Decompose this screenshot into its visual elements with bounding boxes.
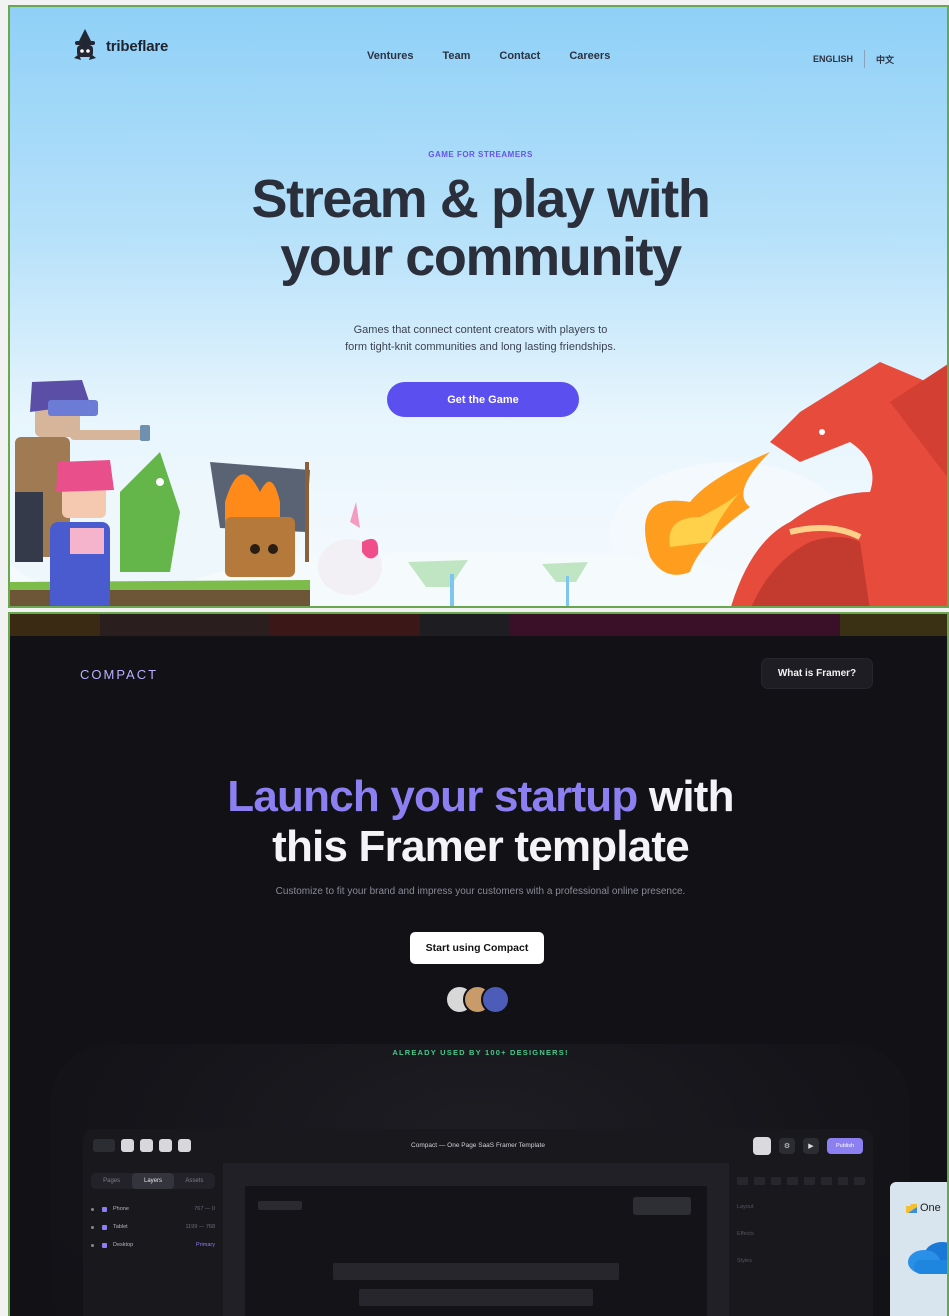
nav-ventures[interactable]: Ventures <box>367 50 413 62</box>
nav-careers[interactable]: Careers <box>569 50 610 62</box>
hero-headline-line1: Stream & play with <box>251 169 711 229</box>
tab-assets[interactable]: Assets <box>174 1173 215 1189</box>
layer-name: Desktop <box>113 1242 134 1248</box>
lang-divider <box>864 50 866 68</box>
tribeflare-screenshot: tribeflare Ventures Team Contact Careers… <box>8 5 949 608</box>
expand-dot-icon <box>91 1207 94 1211</box>
hero-kicker: GAME FOR STREAMERS <box>428 150 533 159</box>
nav-team[interactable]: Team <box>442 50 470 62</box>
what-is-framer-button[interactable]: What is Framer? <box>761 658 873 689</box>
properties-panel: Layout Effects Styles <box>729 1163 873 1316</box>
settings-icon[interactable]: ⚙ <box>779 1138 795 1154</box>
frame-logo-placeholder <box>258 1201 302 1210</box>
editor-canvas[interactable] <box>223 1163 729 1316</box>
language-switcher: ENGLISH 中文 <box>813 50 894 68</box>
framer-editor-preview: Compact — One Page SaaS Framer Template … <box>83 1129 873 1316</box>
lang-chinese[interactable]: 中文 <box>876 53 894 66</box>
tab-layers[interactable]: Layers <box>132 1173 174 1189</box>
avatar <box>481 985 510 1014</box>
layer-row[interactable]: Phone 767 — 0 <box>91 1203 215 1215</box>
layer-name: Phone <box>113 1206 129 1212</box>
user-avatar[interactable] <box>753 1137 771 1155</box>
panel-tabs: Pages Layers Assets <box>91 1173 215 1189</box>
compact-headline: Launch your startup with this Framer tem… <box>10 772 947 872</box>
hero-headline: Stream & play with your community <box>10 169 947 287</box>
compact-screenshot: COMPACT What is Framer? Launch your star… <box>8 612 949 1316</box>
green-dragon-character <box>120 452 180 572</box>
layer-row[interactable]: Tablet 1199 — 768 <box>91 1221 215 1233</box>
expand-dot-icon <box>91 1243 94 1247</box>
tribeflare-logo[interactable]: tribeflare <box>70 27 168 65</box>
tab-pages[interactable]: Pages <box>91 1173 132 1189</box>
notification-text: One <box>920 1202 941 1214</box>
publish-button[interactable]: Publish <box>827 1138 863 1154</box>
layer-name: Tablet <box>113 1224 128 1230</box>
headline-accent: Launch your startup <box>227 772 638 821</box>
frame-icon <box>102 1224 107 1230</box>
wizard-hat-logo-icon <box>70 27 100 65</box>
compact-logo[interactable]: COMPACT <box>80 667 158 682</box>
prop-effects[interactable]: Effects <box>737 1231 754 1237</box>
hero-headline-line2: your community <box>280 227 682 287</box>
pink-hair-character <box>50 460 114 606</box>
frame-icon <box>102 1206 107 1212</box>
layer-breakpoint: 1199 — 768 <box>185 1224 215 1230</box>
play-icon[interactable]: ▶ <box>803 1138 819 1154</box>
lang-english[interactable]: ENGLISH <box>813 54 853 64</box>
layer-breakpoint: 767 — 0 <box>194 1206 215 1212</box>
hero-subtitle-line1: Games that connect content creators with… <box>353 324 608 336</box>
compact-subtitle: Customize to fit your brand and impress … <box>275 886 686 897</box>
get-the-game-button[interactable]: Get the Game <box>387 382 579 417</box>
layer-breakpoint: Primary <box>196 1242 215 1248</box>
unicorn-character <box>318 502 382 595</box>
frame-icon <box>102 1242 107 1248</box>
layers-panel: Pages Layers Assets Phone 767 — 0 Tablet… <box>83 1163 223 1316</box>
nav-contact[interactable]: Contact <box>499 50 540 62</box>
frame-headline-placeholder <box>359 1289 593 1306</box>
page-frame[interactable] <box>245 1186 707 1316</box>
previous-section-strip <box>10 614 947 636</box>
onedrive-cloud-icon <box>908 1242 947 1274</box>
main-nav: Ventures Team Contact Careers <box>367 50 610 62</box>
headline-line2: this Framer template <box>272 822 690 871</box>
folder-icon <box>906 1204 917 1213</box>
editor-toolbar: Compact — One Page SaaS Framer Template … <box>83 1129 873 1163</box>
start-using-compact-button[interactable]: Start using Compact <box>410 932 544 964</box>
brand-name: tribeflare <box>106 37 169 55</box>
frame-headline-placeholder <box>333 1263 619 1280</box>
headline-rest: with <box>637 772 735 821</box>
prop-styles[interactable]: Styles <box>737 1258 752 1264</box>
expand-dot-icon <box>91 1225 94 1229</box>
social-proof-text: ALREADY USED BY 100+ DESIGNERS! <box>392 1048 569 1057</box>
frame-button-placeholder <box>633 1197 691 1215</box>
prop-layout[interactable]: Layout <box>737 1204 754 1210</box>
layer-row[interactable]: Desktop Primary <box>91 1239 215 1251</box>
onedrive-notification[interactable]: One <box>890 1182 947 1316</box>
alignment-icons[interactable] <box>737 1177 865 1185</box>
designer-avatars <box>445 985 511 1015</box>
